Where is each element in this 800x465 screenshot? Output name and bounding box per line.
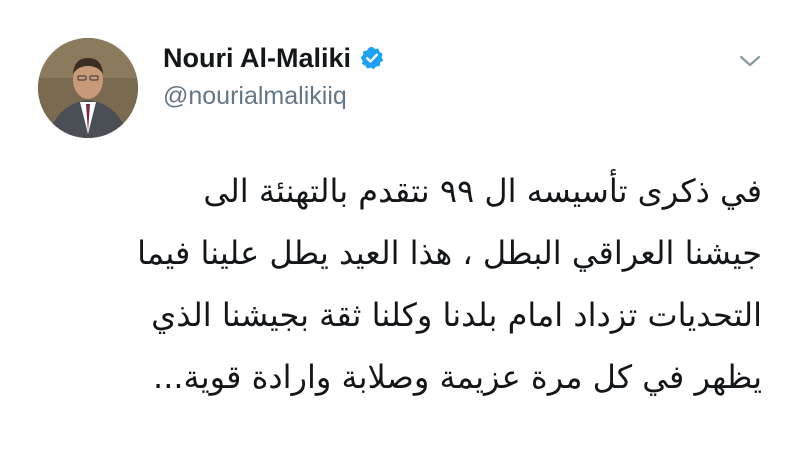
- tweet-menu-button[interactable]: [736, 50, 764, 72]
- chevron-down-icon: [739, 55, 761, 67]
- author-display-name[interactable]: Nouri Al-Maliki: [163, 43, 351, 74]
- author-handle[interactable]: @nourialmalikiiq: [163, 82, 623, 111]
- tweet-line: التحديات تزداد امام بلدنا وكلنا ثقة بجيش…: [151, 296, 762, 334]
- tweet-text: في ذكرى تأسيسه ال ٩٩ نتقدم بالتهنئة الى …: [40, 160, 762, 408]
- author-avatar[interactable]: [38, 38, 138, 138]
- tweet-card: Nouri Al-Maliki @nourialmalikiiq في ذكرى…: [0, 0, 800, 465]
- verified-badge-icon: [359, 45, 385, 71]
- name-row: Nouri Al-Maliki: [163, 40, 623, 76]
- author-block: Nouri Al-Maliki @nourialmalikiiq: [163, 40, 623, 111]
- avatar-photo: [38, 38, 138, 138]
- tweet-line: جيشنا العراقي البطل ، هذا العيد يطل علين…: [137, 234, 762, 272]
- tweet-line: في ذكرى تأسيسه ال ٩٩ نتقدم بالتهنئة الى: [203, 172, 762, 210]
- tweet-line: يظهر في كل مرة عزيمة وصلابة وارادة قوية.…: [153, 358, 762, 396]
